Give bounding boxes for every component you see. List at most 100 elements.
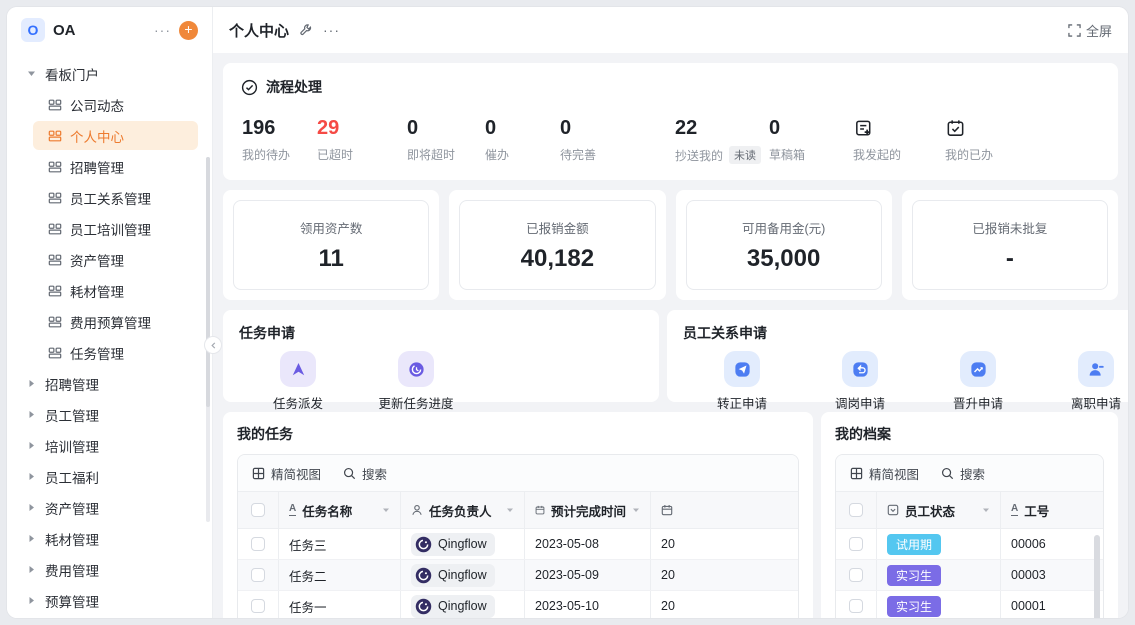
wrench-icon[interactable] [299, 23, 313, 37]
search-button[interactable]: 搜索 [343, 464, 387, 483]
topbar-more-icon[interactable]: ··· [323, 22, 340, 38]
sidebar-item-task-board[interactable]: 任务管理 [33, 338, 198, 367]
row-checkbox[interactable] [251, 537, 265, 551]
sidebar-item-label: 招聘管理 [70, 157, 124, 177]
column-partial[interactable] [651, 492, 798, 528]
select-all-checkbox[interactable] [849, 503, 863, 517]
apply-item-label: 晋升申请 [953, 393, 1003, 412]
sidebar-item-employee-training[interactable]: 员工培训管理 [33, 214, 198, 243]
chevron-down-icon[interactable] [982, 506, 990, 514]
stat-value: 0 [769, 115, 853, 141]
sidebar-item-asset-board[interactable]: 资产管理 [33, 245, 198, 274]
compact-view-button[interactable]: 精简视图 [850, 464, 919, 483]
status-tag: 实习生 [887, 596, 941, 617]
sidebar-item-recruit-board[interactable]: 招聘管理 [33, 152, 198, 181]
sidebar-more-icon[interactable]: ··· [154, 22, 171, 38]
my-archive-header-row: 员工状态 A 工号 A 岗位名称 [836, 492, 1104, 529]
table-row[interactable]: 试用期 00006 财务 [836, 529, 1104, 560]
chevron-down-icon[interactable] [382, 506, 390, 514]
metric-reimbursed-amount[interactable]: 已报销金额 40,182 [449, 190, 665, 300]
sidebar-group-expense[interactable]: 费用管理 [15, 555, 204, 584]
stat-value: 22 [675, 115, 769, 141]
stat-my-done[interactable]: 我的已办 [945, 115, 1037, 164]
grid-view-icon [252, 467, 265, 480]
sidebar-group-kanban[interactable]: 看板门户 [15, 59, 204, 88]
progress-clock-icon [398, 351, 434, 387]
column-task-owner[interactable]: 任务负责人 [401, 492, 525, 528]
stat-initiated-by-me[interactable]: 我发起的 [853, 115, 945, 164]
sidebar-group-budget[interactable]: 预算管理 [15, 586, 204, 615]
stat-urge[interactable]: 0 催办 [485, 115, 560, 164]
stat-drafts[interactable]: 0 草稿箱 [769, 115, 853, 164]
column-employee-status[interactable]: 员工状态 [877, 492, 1001, 528]
column-employee-no[interactable]: A 工号 [1001, 492, 1104, 528]
table-row[interactable]: 实习生 00001 前端开发 [836, 591, 1104, 618]
chevron-down-icon[interactable] [1102, 506, 1104, 514]
table-row[interactable]: 实习生 00003 前台 [836, 560, 1104, 591]
owner-name: Qingflow [438, 568, 487, 582]
task-dispatch-button[interactable]: 任务派发 [239, 351, 357, 412]
fullscreen-button[interactable]: 全屏 [1068, 21, 1112, 40]
metric-asset-count[interactable]: 领用资产数 11 [223, 190, 439, 300]
owner-chip[interactable]: Qingflow [411, 564, 495, 587]
kanban-icon [48, 222, 62, 236]
owner-chip[interactable]: Qingflow [411, 595, 495, 618]
sidebar-item-employee-relations[interactable]: 员工关系管理 [33, 183, 198, 212]
stat-to-complete[interactable]: 0 待完善 [560, 115, 675, 164]
due-date: 2023-05-10 [535, 599, 599, 613]
sidebar-group-asset[interactable]: 资产管理 [15, 493, 204, 522]
column-task-name[interactable]: A 任务名称 [279, 492, 401, 528]
compact-view-label: 精简视图 [271, 464, 321, 483]
search-button[interactable]: 搜索 [941, 464, 985, 483]
employee-no: 00003 [1011, 568, 1046, 582]
compact-view-button[interactable]: 精简视图 [252, 464, 321, 483]
stat-my-todo[interactable]: 196 我的待办 [242, 115, 317, 164]
resignation-apply-button[interactable]: 离职申请 [1037, 351, 1128, 412]
chevron-down-icon[interactable] [632, 506, 640, 514]
row-checkbox[interactable] [849, 599, 863, 613]
send-plane-icon [724, 351, 760, 387]
sidebar-item-label: 公司动态 [70, 95, 124, 115]
sidebar-group-employee[interactable]: 员工管理 [15, 400, 204, 429]
vertical-scrollbar[interactable] [1094, 535, 1100, 618]
sidebar-item-budget-board[interactable]: 费用预算管理 [33, 307, 198, 336]
sidebar-item-consumable-board[interactable]: 耗材管理 [33, 276, 198, 305]
add-button[interactable]: + [179, 21, 198, 40]
kanban-icon [48, 315, 62, 329]
sidebar-collapse-button[interactable] [204, 336, 222, 354]
stat-overdue[interactable]: 29 已超时 [317, 115, 407, 164]
sidebar-item-personal-center[interactable]: 个人中心 [33, 121, 198, 150]
chevron-down-icon[interactable] [506, 506, 514, 514]
person-minus-icon [1078, 351, 1114, 387]
my-archive-title: 我的档案 [835, 424, 1104, 444]
row-checkbox[interactable] [251, 568, 265, 582]
table-row[interactable]: 任务一 Qingflow 2023-05-10 20 [238, 591, 798, 618]
metric-petty-cash[interactable]: 可用备用金(元) 35,000 [676, 190, 892, 300]
stat-near-overdue[interactable]: 0 即将超时 [407, 115, 485, 164]
regularization-apply-button[interactable]: 转正申请 [683, 351, 801, 412]
sidebar-group-welfare[interactable]: 员工福利 [15, 462, 204, 491]
row-checkbox[interactable] [849, 568, 863, 582]
my-tasks-header-row: A 任务名称 任务负责人 [238, 492, 798, 529]
row-checkbox[interactable] [849, 537, 863, 551]
apply-item-label: 任务派发 [273, 393, 323, 412]
promotion-apply-button[interactable]: 晋升申请 [919, 351, 1037, 412]
row-checkbox[interactable] [251, 599, 265, 613]
doc-plus-icon [853, 115, 945, 141]
dispatch-arrow-icon [280, 351, 316, 387]
transfer-apply-button[interactable]: 调岗申请 [801, 351, 919, 412]
sidebar-group-training[interactable]: 培训管理 [15, 431, 204, 460]
sidebar-item-company-news[interactable]: 公司动态 [33, 90, 198, 119]
select-all-checkbox[interactable] [251, 503, 265, 517]
sidebar-header: O OA ··· + [7, 7, 212, 53]
update-progress-button[interactable]: 更新任务进度 [357, 351, 475, 412]
metric-unapproved[interactable]: 已报销未批复 - [902, 190, 1118, 300]
table-row[interactable]: 任务二 Qingflow 2023-05-09 20 [238, 560, 798, 591]
stat-cc-me[interactable]: 22 抄送我的未读 [675, 115, 769, 164]
column-due-date[interactable]: 预计完成时间 [525, 492, 651, 528]
clipped-cell: 20 [661, 537, 675, 551]
sidebar-group-recruit[interactable]: 招聘管理 [15, 369, 204, 398]
table-row[interactable]: 任务三 Qingflow 2023-05-08 20 [238, 529, 798, 560]
sidebar-group-consumable[interactable]: 耗材管理 [15, 524, 204, 553]
owner-chip[interactable]: Qingflow [411, 533, 495, 556]
